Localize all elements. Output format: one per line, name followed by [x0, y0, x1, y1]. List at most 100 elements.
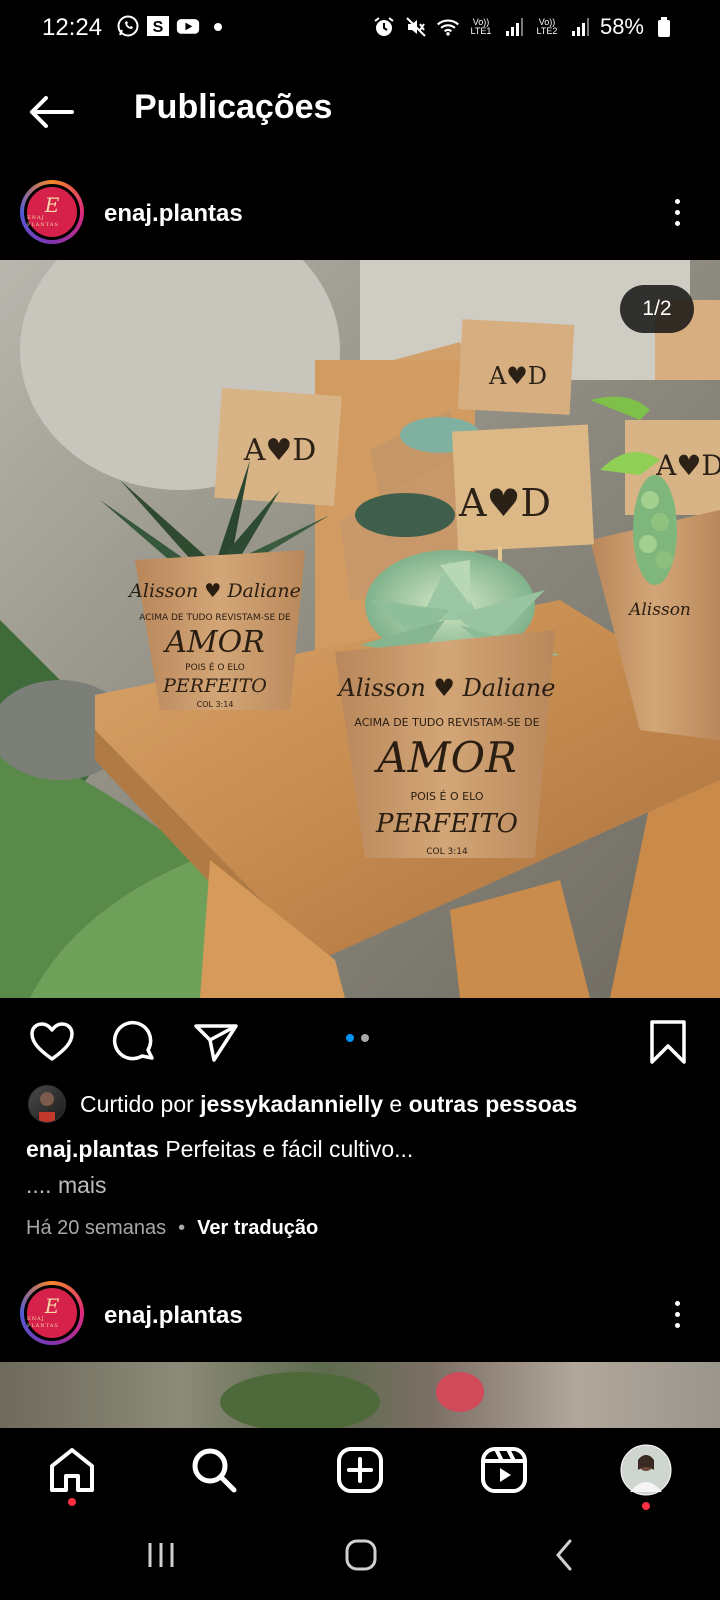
more-dot-icon	[674, 1300, 680, 1306]
liked-mid: e	[383, 1090, 409, 1117]
pot-front-name2: Daliane	[462, 674, 556, 702]
dot-icon	[206, 14, 230, 38]
pot-left-name1: Alisson	[127, 580, 198, 602]
pot-left-names: Alisson ♥ Daliane	[127, 580, 301, 602]
page-title: Publicações	[134, 88, 333, 126]
more-dot-icon	[674, 209, 680, 215]
system-home-button[interactable]	[344, 1538, 378, 1572]
signal2-icon	[568, 15, 592, 39]
pot-front-line2: POIS É O ELO	[411, 790, 484, 803]
pot-front-names: Alisson ♥ Daliane	[337, 674, 556, 702]
more-dot-icon	[674, 220, 680, 226]
next-post-photo-crop	[220, 1372, 484, 1428]
s-app-icon: S	[146, 14, 170, 38]
tag-back-text: A♥D	[488, 362, 547, 390]
nav-profile-button[interactable]	[620, 1444, 672, 1496]
post-caption: enaj.plantas Perfeitas e fácil cultivo..…	[26, 1136, 413, 1163]
system-home-icon	[345, 1539, 377, 1571]
liked-by-text: Curtido por jessykadannielly e outras pe…	[80, 1091, 577, 1118]
more-dot-icon	[674, 198, 680, 204]
share-button[interactable]	[192, 1018, 240, 1066]
profile-avatar	[620, 1444, 672, 1496]
comment-button[interactable]	[110, 1018, 158, 1066]
wifi-icon	[436, 15, 460, 39]
battery-percent: 58%	[599, 14, 644, 39]
tag-front-text: A♥D	[458, 481, 551, 525]
pot-front-amor: AMOR	[373, 733, 516, 782]
caption-text: Perfeitas e fácil cultivo...	[165, 1136, 414, 1162]
liked-by-row[interactable]: Curtido por jessykadannielly e outras pe…	[28, 1085, 577, 1123]
carousel-dot	[361, 1034, 369, 1042]
next-post-options-button[interactable]	[662, 1294, 692, 1334]
pot-left-amor: AMOR	[162, 625, 265, 660]
back-arrow-icon	[30, 96, 74, 128]
back-button[interactable]	[28, 92, 76, 132]
system-back-icon	[556, 1539, 572, 1571]
pot-left-ref: COL 3:14	[197, 700, 234, 709]
liker-avatar[interactable]	[28, 1085, 66, 1123]
post-meta: Há 20 semanas • Ver tradução	[26, 1217, 318, 1240]
avatar-logo-letter: E	[44, 193, 60, 217]
system-back-button[interactable]	[550, 1538, 580, 1572]
recent-apps-icon	[148, 1543, 174, 1567]
liked-others[interactable]: outras pessoas	[409, 1091, 578, 1117]
profile-notification-dot	[642, 1502, 650, 1510]
battery-icon	[652, 15, 676, 39]
pot-front-name1: Alisson	[337, 674, 426, 702]
mute-icon	[404, 15, 428, 39]
lte1-indicator: Vo)) LTE1	[470, 17, 492, 36]
post-avatar[interactable]: E ENAJ PLANTAS	[20, 180, 84, 244]
post-options-button[interactable]	[662, 192, 692, 232]
avatar-logo-letter: E	[44, 1294, 60, 1318]
meta-separator: •	[178, 1217, 186, 1239]
carousel-dot-active	[346, 1034, 354, 1042]
pot-front-ref: COL 3:14	[426, 847, 468, 857]
pot-right-name: Alisson	[627, 600, 691, 620]
lte2-indicator: Vo)) LTE2	[536, 17, 558, 36]
nav-home-button[interactable]	[46, 1444, 98, 1496]
status-notification-icons: S	[116, 14, 230, 38]
more-dot-icon	[674, 1322, 680, 1328]
pot-left-line2: POIS É O ELO	[185, 661, 245, 673]
avatar-logo-text: ENAJ PLANTAS	[27, 1316, 59, 1329]
nav-search-button[interactable]	[188, 1444, 240, 1496]
nav-reels-button[interactable]	[478, 1444, 530, 1496]
youtube-icon	[176, 14, 200, 38]
recent-apps-button[interactable]	[146, 1540, 176, 1570]
tag-left-text: A♥D	[243, 433, 317, 468]
svg-text:S: S	[153, 19, 164, 36]
bookmark-icon	[650, 1020, 686, 1064]
image-counter: 1/2	[620, 285, 694, 333]
next-post-username[interactable]: enaj.plantas	[104, 1302, 243, 1330]
pot-front-perfeito: PERFEITO	[375, 809, 518, 839]
post-username[interactable]: enaj.plantas	[104, 200, 243, 228]
pot-left-name2: Daliane	[226, 580, 301, 602]
create-icon	[337, 1447, 383, 1493]
nav-create-button[interactable]	[334, 1444, 386, 1496]
more-dot-icon	[674, 1311, 680, 1317]
reels-icon	[481, 1447, 527, 1493]
caption-username[interactable]: enaj.plantas	[26, 1136, 159, 1162]
next-post-avatar[interactable]: E ENAJ PLANTAS	[20, 1281, 84, 1345]
post-image[interactable]: A♥D Alisson ♥ Daliane ACIMA DE TUDO REVI…	[0, 260, 720, 998]
liked-user[interactable]: jessykadannielly	[200, 1091, 383, 1117]
pot-front-line1: ACIMA DE TUDO REVISTAM-SE DE	[354, 716, 539, 729]
whatsapp-icon	[116, 14, 140, 38]
translate-link[interactable]: Ver tradução	[197, 1217, 318, 1240]
avatar-logo-text: ENAJ PLANTAS	[27, 215, 59, 228]
search-icon	[192, 1448, 237, 1493]
status-right-icons: Vo)) LTE1 Vo)) LTE2 58%	[372, 14, 676, 40]
comment-icon	[112, 1020, 154, 1061]
alarm-icon	[372, 15, 396, 39]
signal1-icon	[502, 15, 526, 39]
home-notification-dot	[68, 1498, 76, 1506]
liked-prefix: Curtido por	[80, 1090, 201, 1117]
pot-left-line1: ACIMA DE TUDO REVISTAM-SE DE	[139, 613, 291, 623]
caption-more-link[interactable]: .... mais	[26, 1172, 107, 1199]
like-button[interactable]	[28, 1018, 76, 1066]
save-button[interactable]	[644, 1018, 692, 1066]
status-time: 12:24	[42, 14, 103, 41]
carousel-indicator	[346, 1034, 369, 1042]
send-icon	[194, 1024, 238, 1062]
next-post-image[interactable]	[0, 1362, 720, 1428]
